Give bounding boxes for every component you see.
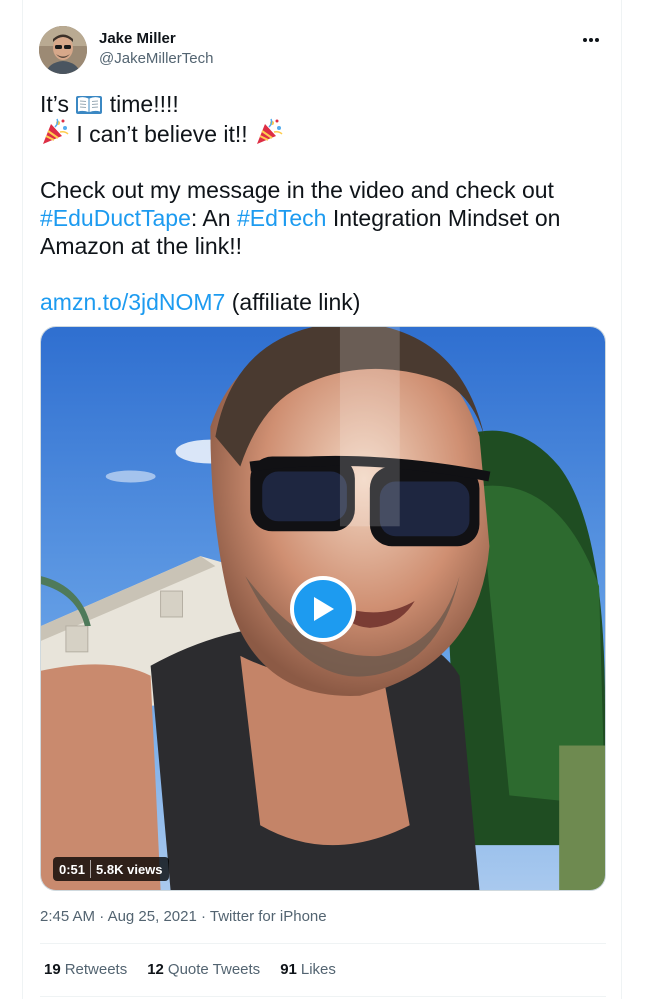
tweet-line-1: It’s time!!!! [40, 91, 179, 117]
author-name[interactable]: Jake Miller [99, 30, 176, 47]
more-options-icon[interactable] [577, 28, 605, 52]
tweet-line-3: Check out my message in the video and ch… [40, 177, 554, 203]
tweet-line-4: #EduDuctTape: An #EdTech Integration Min… [40, 205, 561, 231]
video-player[interactable]: 0:51 5.8K views [40, 326, 606, 891]
open-book-icon [76, 96, 103, 114]
tweet-line-5: Amazon at the link!! [40, 233, 242, 259]
tweet-header: Jake Miller @JakeMillerTech [39, 26, 605, 76]
party-popper-icon [257, 118, 283, 144]
tweet-time[interactable]: 2:45 AM [40, 908, 95, 925]
tweet-date[interactable]: Aug 25, 2021 [108, 908, 197, 925]
tweet-timestamp: 2:45 AM · Aug 25, 2021 · Twitter for iPh… [40, 908, 327, 925]
quote-tweets-stat[interactable]: 12 Quote Tweets [147, 961, 260, 978]
tweet-stats: 19 Retweets 12 Quote Tweets 91 Likes [44, 961, 336, 978]
play-icon [314, 597, 334, 621]
hashtag-eduducttape-link[interactable]: #EduDuctTape [40, 205, 191, 231]
amazon-short-link[interactable]: amzn.to/3jdNOM7 [40, 289, 225, 315]
divider [40, 943, 606, 944]
avatar[interactable] [39, 26, 87, 74]
tweet-line-6: amzn.to/3jdNOM7 (affiliate link) [40, 289, 361, 315]
retweets-stat[interactable]: 19 Retweets [44, 961, 127, 978]
video-stats-badge: 0:51 5.8K views [53, 857, 169, 881]
party-popper-icon [43, 118, 69, 144]
video-views: 5.8K views [96, 861, 163, 877]
play-button[interactable] [290, 576, 356, 642]
author-handle[interactable]: @JakeMillerTech [99, 50, 213, 67]
likes-stat[interactable]: 91 Likes [280, 961, 336, 978]
tweet-card: Jake Miller @JakeMillerTech It’s time!!!… [22, 0, 622, 999]
hashtag-edtech-link[interactable]: #EdTech [237, 205, 327, 231]
tweet-text: It’s time!!!! I can’t believe it!! Check… [40, 90, 610, 316]
video-duration: 0:51 [59, 861, 86, 877]
tweet-source: Twitter for iPhone [209, 908, 327, 925]
tweet-line-2: I can’t believe it!! [40, 118, 610, 148]
divider [40, 996, 606, 997]
avatar-image [39, 26, 87, 74]
